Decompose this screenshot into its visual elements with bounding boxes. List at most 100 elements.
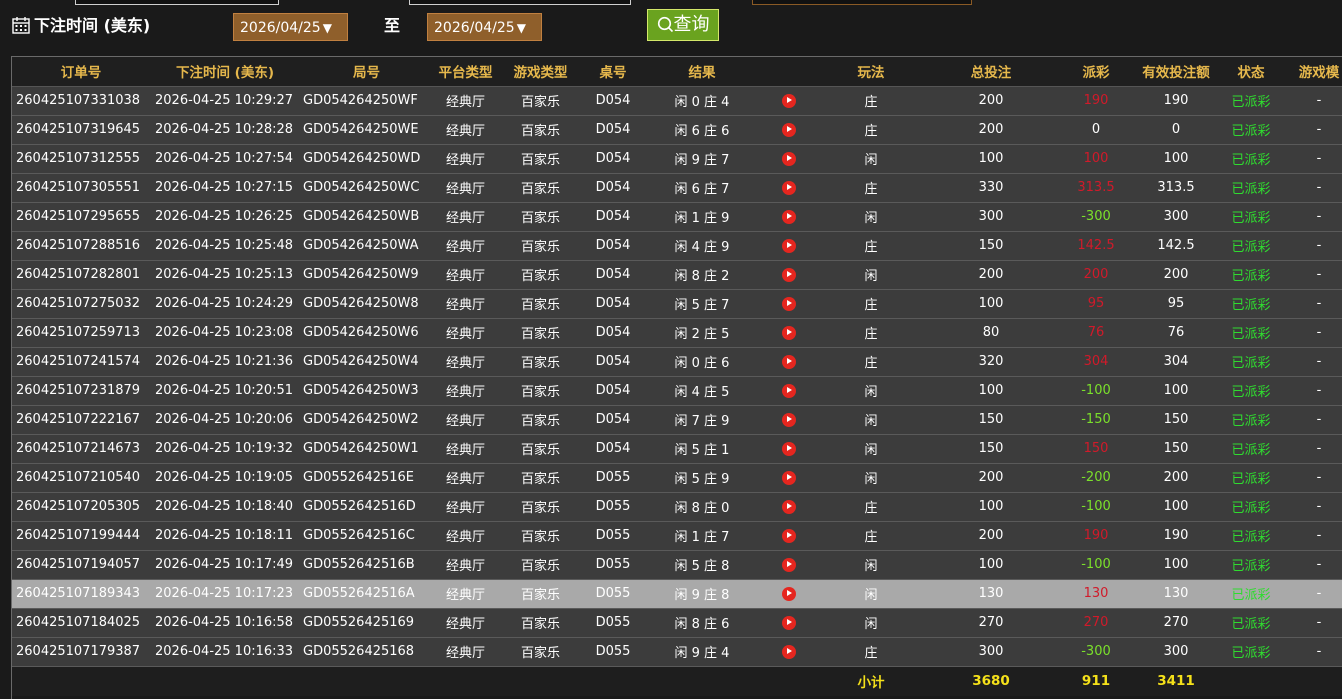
platform-cell: 经典厅 <box>433 289 498 319</box>
result-cell: 闲 4 庄 9 <box>643 231 761 261</box>
game-mode-cell: - <box>1286 231 1342 261</box>
play-icon[interactable] <box>781 470 796 485</box>
play-icon[interactable] <box>781 499 796 514</box>
play-icon[interactable] <box>781 151 796 166</box>
payout-cell: 0 <box>1056 115 1136 145</box>
table-row[interactable]: 260425107295655 2026-04-25 10:26:25 GD0542… <box>12 202 1342 232</box>
table-row[interactable]: 260425107184025 2026-04-25 10:16:58 GD0552… <box>12 608 1342 638</box>
order-cell: 260425107319645 <box>12 115 150 145</box>
play-icon[interactable] <box>781 122 796 137</box>
replay-cell <box>761 318 816 348</box>
table-no-cell: D054 <box>583 173 643 203</box>
play-icon[interactable] <box>781 238 796 253</box>
play-icon[interactable] <box>781 383 796 398</box>
game-mode-cell: - <box>1286 318 1342 348</box>
table-no-cell: D054 <box>583 231 643 261</box>
table-row[interactable]: 260425107275032 2026-04-25 10:24:29 GD0542… <box>12 289 1342 319</box>
round-cell: GD0552642516A <box>300 579 433 609</box>
subtotal-valid-bet: 3411 <box>1157 673 1195 690</box>
round-cell: GD054264250WC <box>300 173 433 203</box>
payout-cell: 304 <box>1056 347 1136 377</box>
table-row[interactable]: 260425107305551 2026-04-25 10:27:15 GD0542… <box>12 173 1342 203</box>
play-icon[interactable] <box>781 412 796 427</box>
table-no-cell: D054 <box>583 434 643 464</box>
play-cell: 庄 <box>816 492 926 522</box>
play-icon[interactable] <box>781 586 796 601</box>
platform-cell: 经典厅 <box>433 376 498 406</box>
total-bet-cell: 150 <box>926 434 1056 464</box>
play-icon[interactable] <box>781 441 796 456</box>
bet-time-cell: 2026-04-25 10:26:25 <box>150 202 300 232</box>
table-row[interactable]: 260425107319645 2026-04-25 10:28:28 GD0542… <box>12 115 1342 145</box>
status-cell: 已派彩 <box>1216 376 1286 406</box>
table-row[interactable]: 260425107282801 2026-04-25 10:25:13 GD0542… <box>12 260 1342 290</box>
subtotal-empty-cell <box>12 666 150 696</box>
total-bet-cell: 100 <box>926 550 1056 580</box>
result-cell: 闲 2 庄 5 <box>643 318 761 348</box>
replay-cell <box>761 173 816 203</box>
play-icon[interactable] <box>781 267 796 282</box>
game-type-cell: 百家乐 <box>498 318 583 348</box>
bet-time-cell: 2026-04-25 10:20:51 <box>150 376 300 406</box>
round-cell: GD054264250W9 <box>300 260 433 290</box>
play-icon[interactable] <box>781 528 796 543</box>
game-mode-cell: - <box>1286 376 1342 406</box>
bet-time-cell: 2026-04-25 10:18:11 <box>150 521 300 551</box>
table-row[interactable]: 260425107231879 2026-04-25 10:20:51 GD0542… <box>12 376 1342 406</box>
replay-cell <box>761 492 816 522</box>
total-bet-cell: 330 <box>926 173 1056 203</box>
result-cell: 闲 4 庄 5 <box>643 376 761 406</box>
bet-time-cell: 2026-04-25 10:19:32 <box>150 434 300 464</box>
valid-bet-cell: 100 <box>1136 550 1216 580</box>
table-row[interactable]: 260425107210540 2026-04-25 10:19:05 GD0552… <box>12 463 1342 493</box>
status-cell: 已派彩 <box>1216 144 1286 174</box>
round-cell: GD054264250W3 <box>300 376 433 406</box>
table-row[interactable]: 260425107205305 2026-04-25 10:18:40 GD0552… <box>12 492 1342 522</box>
table-row[interactable]: 260425107241574 2026-04-25 10:21:36 GD0542… <box>12 347 1342 377</box>
order-cell: 260425107259713 <box>12 318 150 348</box>
table-row[interactable]: 260425107179387 2026-04-25 10:16:33 GD0552… <box>12 637 1342 667</box>
play-icon[interactable] <box>781 180 796 195</box>
table-row[interactable]: 260425107312555 2026-04-25 10:27:54 GD0542… <box>12 144 1342 174</box>
result-cell: 闲 6 庄 7 <box>643 173 761 203</box>
play-icon[interactable] <box>781 557 796 572</box>
table-row[interactable]: 260425107222167 2026-04-25 10:20:06 GD0542… <box>12 405 1342 435</box>
play-icon[interactable] <box>781 354 796 369</box>
play-icon[interactable] <box>781 615 796 630</box>
play-icon[interactable] <box>781 325 796 340</box>
play-icon[interactable] <box>781 644 796 659</box>
game-type-cell: 百家乐 <box>498 231 583 261</box>
play-icon[interactable] <box>781 93 796 108</box>
game-mode-cell: - <box>1286 115 1342 145</box>
replay-cell <box>761 463 816 493</box>
game-mode-cell: - <box>1286 637 1342 667</box>
valid-bet-cell: 100 <box>1136 144 1216 174</box>
play-icon[interactable] <box>781 296 796 311</box>
total-bet-cell: 320 <box>926 347 1056 377</box>
table-row[interactable]: 260425107214673 2026-04-25 10:19:32 GD0542… <box>12 434 1342 464</box>
status-cell: 已派彩 <box>1216 608 1286 638</box>
result-cell: 闲 5 庄 7 <box>643 289 761 319</box>
table-row[interactable]: 260425107288516 2026-04-25 10:25:48 GD0542… <box>12 231 1342 261</box>
game-type-cell: 百家乐 <box>498 550 583 580</box>
query-button[interactable]: 查询 <box>647 9 719 41</box>
table-no-cell: D055 <box>583 463 643 493</box>
payout-cell: 130 <box>1056 579 1136 609</box>
table-row[interactable]: 260425107199444 2026-04-25 10:18:11 GD0552… <box>12 521 1342 551</box>
table-row[interactable]: 260425107189343 2026-04-25 10:17:23 GD0552… <box>12 579 1342 609</box>
table-row[interactable]: 260425107259713 2026-04-25 10:23:08 GD0542… <box>12 318 1342 348</box>
result-cell: 闲 5 庄 1 <box>643 434 761 464</box>
play-cell: 庄 <box>816 115 926 145</box>
table-row[interactable]: 260425107194057 2026-04-25 10:17:49 GD0552… <box>12 550 1342 580</box>
play-icon[interactable] <box>781 209 796 224</box>
start-date-select[interactable]: 2026/04/25 ▼ <box>233 13 348 41</box>
table-row[interactable]: 260425107331038 2026-04-25 10:29:27 GD0542… <box>12 86 1342 116</box>
result-cell: 闲 8 庄 0 <box>643 492 761 522</box>
play-cell: 庄 <box>816 231 926 261</box>
game-type-cell: 百家乐 <box>498 144 583 174</box>
platform-cell: 经典厅 <box>433 144 498 174</box>
subtotal-empty-cell <box>150 666 300 696</box>
header-game-type: 游戏类型 <box>498 57 583 87</box>
platform-cell: 经典厅 <box>433 173 498 203</box>
end-date-select[interactable]: 2026/04/25 ▼ <box>427 13 542 41</box>
